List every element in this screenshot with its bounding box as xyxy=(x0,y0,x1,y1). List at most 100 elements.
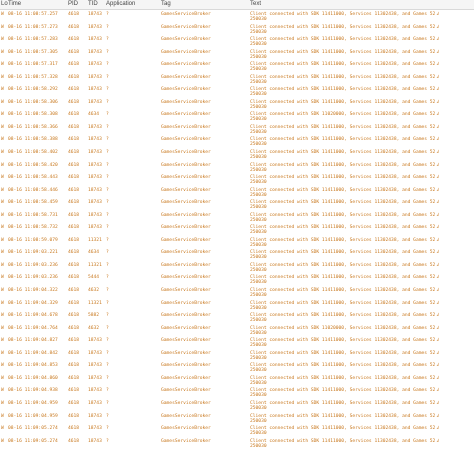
log-row[interactable]: W 08-16 11:09:04.678 4618 5882? GamesService… xyxy=(0,311,474,324)
log-message-continuation: 250030 xyxy=(250,318,267,324)
log-row[interactable]: W 08-16 11:09:04.938 4618 18743? GamesServic… xyxy=(0,386,474,399)
log-row[interactable]: W 08-16 11:09:04.329 4618 11321? GamesServic… xyxy=(0,299,474,312)
log-message: Client connected with SDK 11411000, Serv… xyxy=(250,313,440,319)
log-level: W xyxy=(1,300,4,306)
column-header-level[interactable]: Lo xyxy=(1,0,8,8)
log-row[interactable]: W 08-16 11:08:57.273 4618 18743? GamesServic… xyxy=(0,23,474,36)
column-header-pid[interactable]: PID xyxy=(68,0,78,8)
log-time: 08-16 11:08:59.079 xyxy=(8,237,58,243)
log-tag: GamesServiceBroker xyxy=(161,24,211,30)
log-message-continuation: 250030 xyxy=(250,368,267,374)
log-application: ? xyxy=(106,413,109,419)
log-row[interactable]: W 08-16 11:08:58.306 4618 18743? GamesServic… xyxy=(0,98,474,111)
log-row[interactable]: W 08-16 11:09:03.236 4618 5444? GamesService… xyxy=(0,273,474,286)
log-time: 08-16 11:09:04.322 xyxy=(8,288,58,294)
log-tid: 18743 xyxy=(88,212,102,218)
log-pid: 4618 xyxy=(68,350,80,356)
log-tag: GamesServiceBroker xyxy=(161,338,211,344)
log-row[interactable]: W 08-16 11:08:57.317 4618 18743? GamesServic… xyxy=(0,60,474,73)
log-level: W xyxy=(1,150,4,156)
log-row[interactable]: W 08-16 11:08:58.420 4618 18743? GamesServic… xyxy=(0,161,474,174)
log-message-continuation: 250030 xyxy=(250,355,267,361)
log-application: ? xyxy=(106,313,109,319)
log-row[interactable]: W 08-16 11:09:04.827 4618 18743? GamesServic… xyxy=(0,336,474,349)
log-tag: GamesServiceBroker xyxy=(161,262,211,268)
log-row[interactable]: W 08-16 11:09:04.853 4618 18743? GamesServic… xyxy=(0,361,474,374)
log-time: 08-16 11:09:04.842 xyxy=(8,350,58,356)
column-header-tid[interactable]: TID xyxy=(88,0,98,8)
log-row[interactable]: W 08-16 11:09:03.221 4618 4634? GamesService… xyxy=(0,248,474,261)
log-tid: 18743 xyxy=(88,87,102,93)
log-level: W xyxy=(1,413,4,419)
log-row[interactable]: W 08-16 11:09:05.274 4618 18743? GamesServic… xyxy=(0,437,474,449)
log-row[interactable]: W 08-16 11:08:57.305 4618 18743? GamesServic… xyxy=(0,48,474,61)
log-pid: 4618 xyxy=(68,112,80,118)
log-application: ? xyxy=(106,62,109,68)
log-pid: 4618 xyxy=(68,24,80,30)
log-tag: GamesServiceBroker xyxy=(161,162,211,168)
log-level: W xyxy=(1,288,4,294)
log-row[interactable]: W 08-16 11:09:04.322 4618 4632? GamesService… xyxy=(0,286,474,299)
log-application: ? xyxy=(106,275,109,281)
log-row[interactable]: W 08-16 11:08:57.283 4618 18743? GamesServic… xyxy=(0,35,474,48)
log-level: W xyxy=(1,426,4,432)
soft-wrap-icon: ↲ xyxy=(436,338,440,344)
log-tid: 18743 xyxy=(88,49,102,55)
log-row[interactable]: W 08-16 11:08:58.731 4618 18743? GamesServic… xyxy=(0,211,474,224)
log-time: 08-16 11:09:04.938 xyxy=(8,388,58,394)
log-tag: GamesServiceBroker xyxy=(161,388,211,394)
log-message: Client connected with SDK 11411000, Serv… xyxy=(250,275,440,281)
soft-wrap-icon: ↲ xyxy=(436,12,440,17)
log-time: 08-16 11:08:58.308 xyxy=(8,112,58,118)
column-header-text[interactable]: Text xyxy=(250,0,261,8)
log-row[interactable]: W 08-16 11:08:58.292 4618 18743? GamesServic… xyxy=(0,85,474,98)
soft-wrap-icon: ↲ xyxy=(436,413,440,419)
log-row[interactable]: W 08-16 11:09:04.842 4618 18743? GamesServic… xyxy=(0,349,474,362)
log-tag: GamesServiceBroker xyxy=(161,400,211,406)
log-pid: 4618 xyxy=(68,288,80,294)
log-pid: 4618 xyxy=(68,175,80,181)
log-tag: GamesServiceBroker xyxy=(161,87,211,93)
log-row[interactable]: W 08-16 11:08:58.308 4618 4634? GamesService… xyxy=(0,110,474,123)
log-row[interactable]: W 08-16 11:08:58.443 4618 18743? GamesServic… xyxy=(0,173,474,186)
log-message-continuation: 250030 xyxy=(250,230,267,236)
log-row[interactable]: W 08-16 11:08:58.388 4618 18743? GamesServic… xyxy=(0,135,474,148)
log-row[interactable]: W 08-16 11:08:58.402 4618 18743? GamesServic… xyxy=(0,148,474,161)
log-row[interactable]: W 08-16 11:08:58.732 4618 18743? GamesServic… xyxy=(0,223,474,236)
log-tag: GamesServiceBroker xyxy=(161,37,211,43)
log-message-continuation: 250030 xyxy=(250,167,267,173)
log-level: W xyxy=(1,112,4,118)
log-pid: 4618 xyxy=(68,37,80,43)
log-row[interactable]: W 08-16 11:08:57.328 4618 18743? GamesServic… xyxy=(0,73,474,86)
log-row[interactable]: W 08-16 11:09:04.959 4618 18743? GamesServic… xyxy=(0,412,474,425)
column-header-time[interactable]: Time xyxy=(8,0,21,8)
column-header-tag[interactable]: Tag xyxy=(161,0,171,8)
log-time: 08-16 11:09:04.764 xyxy=(8,325,58,331)
log-time: 08-16 11:08:57.317 xyxy=(8,62,58,68)
log-pid: 4618 xyxy=(68,363,80,369)
log-message: Client connected with SDK 11411000, Serv… xyxy=(250,24,440,30)
log-time: 08-16 11:09:04.678 xyxy=(8,313,58,319)
log-row[interactable]: W 08-16 11:08:58.459 4618 18743? GamesServic… xyxy=(0,198,474,211)
soft-wrap-icon: ↲ xyxy=(436,187,440,193)
soft-wrap-icon: ↲ xyxy=(436,200,440,206)
column-header-application[interactable]: Application xyxy=(106,0,135,8)
log-row[interactable]: W 08-16 11:08:58.366 4618 18743? GamesServic… xyxy=(0,123,474,136)
log-row[interactable]: W 08-16 11:09:04.764 4618 4632? GamesService… xyxy=(0,324,474,337)
log-row[interactable]: W 08-16 11:09:04.860 4618 18743? GamesServic… xyxy=(0,374,474,387)
log-message: Client connected with SDK 11411000, Serv… xyxy=(250,413,440,419)
log-row[interactable]: W 08-16 11:09:05.274 4618 18743? GamesServic… xyxy=(0,424,474,437)
log-pid: 4618 xyxy=(68,212,80,218)
log-level: W xyxy=(1,137,4,143)
log-time: 08-16 11:08:58.292 xyxy=(8,87,58,93)
log-pid: 4618 xyxy=(68,74,80,80)
log-row[interactable]: W 08-16 11:08:59.079 4618 11321? GamesServic… xyxy=(0,236,474,249)
log-tid: 11321 xyxy=(88,300,102,306)
log-row[interactable]: W 08-16 11:09:04.959 4618 18743? GamesServic… xyxy=(0,399,474,412)
log-row[interactable]: W 08-16 11:08:58.446 4618 18743? GamesServic… xyxy=(0,186,474,199)
log-row[interactable]: W 08-16 11:09:03.236 4618 11321? GamesServic… xyxy=(0,261,474,274)
log-message-continuation: 250030 xyxy=(250,155,267,161)
log-tag: GamesServiceBroker xyxy=(161,438,211,444)
log-row[interactable]: W 08-16 11:08:57.257 4618 18743? GamesServic… xyxy=(0,10,474,23)
log-tag: GamesServiceBroker xyxy=(161,375,211,381)
